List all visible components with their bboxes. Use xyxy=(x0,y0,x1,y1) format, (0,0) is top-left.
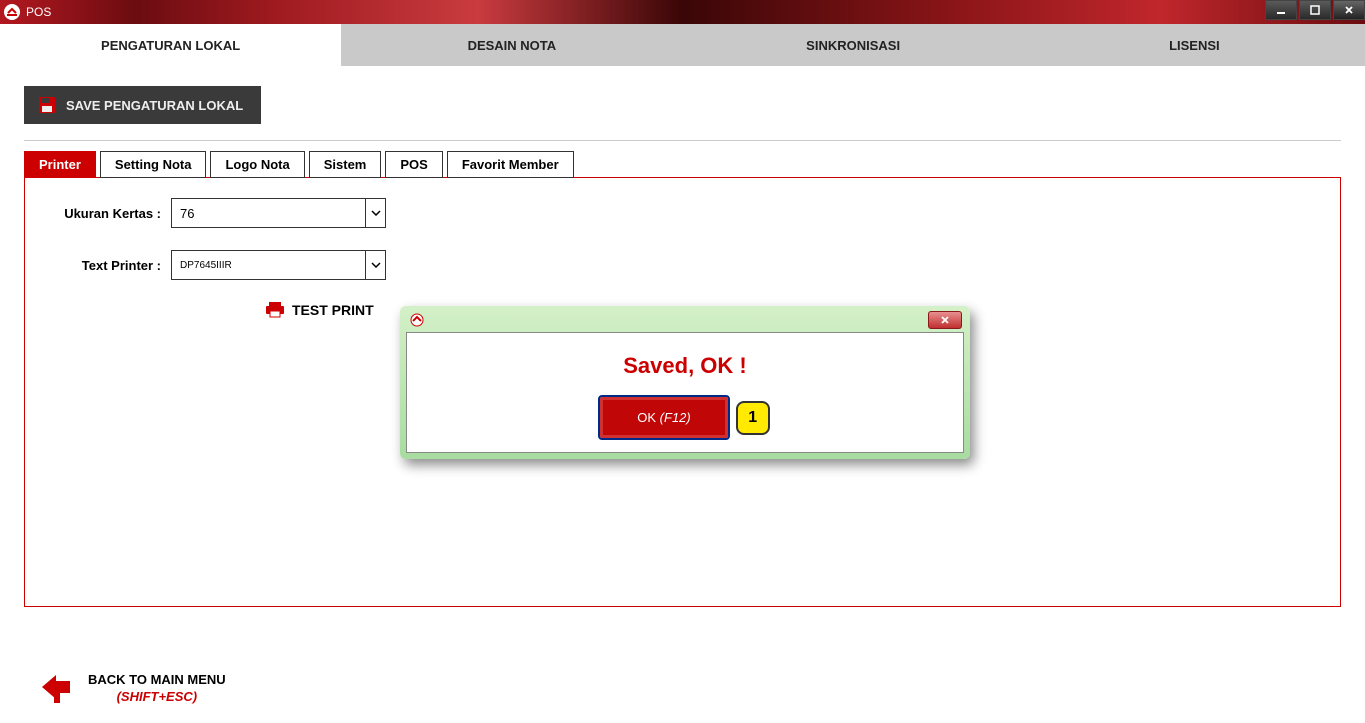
ok-button-label: OK xyxy=(637,410,656,425)
sub-tab-favorit-member[interactable]: Favorit Member xyxy=(447,151,574,178)
sub-tabs: Printer Setting Nota Logo Nota Sistem PO… xyxy=(24,151,1341,178)
main-tab-pengaturan-lokal[interactable]: PENGATURAN LOKAL xyxy=(0,24,341,66)
sub-tab-printer[interactable]: Printer xyxy=(24,151,96,178)
save-pengaturan-lokal-button[interactable]: SAVE PENGATURAN LOKAL xyxy=(24,86,261,124)
print-icon xyxy=(266,302,284,318)
save-icon xyxy=(38,96,56,114)
separator xyxy=(24,140,1341,141)
text-printer-dropdown-button[interactable] xyxy=(365,251,385,279)
app-icon xyxy=(4,4,20,20)
main-tab-lisensi[interactable]: LISENSI xyxy=(1024,24,1365,66)
text-printer-label: Text Printer : xyxy=(41,258,161,273)
sub-tab-setting-nota[interactable]: Setting Nota xyxy=(100,151,207,178)
ukuran-kertas-combobox[interactable] xyxy=(171,198,386,228)
back-to-main-label: BACK TO MAIN MENU xyxy=(88,672,226,689)
test-print-label: TEST PRINT xyxy=(292,302,374,318)
close-icon xyxy=(940,315,950,325)
window-maximize-button[interactable] xyxy=(1299,0,1331,20)
chevron-down-icon xyxy=(371,262,381,268)
main-tab-desain-nota[interactable]: DESAIN NOTA xyxy=(341,24,682,66)
app-title: POS xyxy=(26,5,51,19)
window-close-button[interactable] xyxy=(1333,0,1365,20)
step-badge: 1 xyxy=(736,401,770,435)
window-minimize-button[interactable] xyxy=(1265,0,1297,20)
chevron-down-icon xyxy=(371,210,381,216)
ukuran-kertas-label: Ukuran Kertas : xyxy=(41,206,161,221)
dialog-app-icon xyxy=(410,313,424,327)
app-titlebar: POS xyxy=(0,0,1365,24)
ok-button-shortcut: (F12) xyxy=(660,410,691,425)
back-to-main-menu-button[interactable]: BACK TO MAIN MENU (SHIFT+ESC) xyxy=(40,671,226,707)
dialog-message: Saved, OK ! xyxy=(417,353,953,379)
back-arrow-icon xyxy=(40,671,76,707)
dialog-close-button[interactable] xyxy=(928,311,962,329)
ukuran-kertas-dropdown-button[interactable] xyxy=(365,199,385,227)
save-button-label: SAVE PENGATURAN LOKAL xyxy=(66,98,243,113)
sub-tab-sistem[interactable]: Sistem xyxy=(309,151,382,178)
saved-dialog: Saved, OK ! OK (F12) 1 xyxy=(400,306,970,459)
sub-tab-pos[interactable]: POS xyxy=(385,151,442,178)
text-printer-combobox[interactable] xyxy=(171,250,386,280)
dialog-ok-button[interactable]: OK (F12) xyxy=(600,397,727,438)
main-tab-sinkronisasi[interactable]: SINKRONISASI xyxy=(683,24,1024,66)
sub-tab-logo-nota[interactable]: Logo Nota xyxy=(210,151,304,178)
main-tabs: PENGATURAN LOKAL DESAIN NOTA SINKRONISAS… xyxy=(0,24,1365,66)
test-print-button[interactable]: TEST PRINT xyxy=(266,302,374,318)
text-printer-input[interactable] xyxy=(172,251,365,279)
back-to-main-shortcut: (SHIFT+ESC) xyxy=(88,689,226,706)
ukuran-kertas-input[interactable] xyxy=(172,199,365,227)
